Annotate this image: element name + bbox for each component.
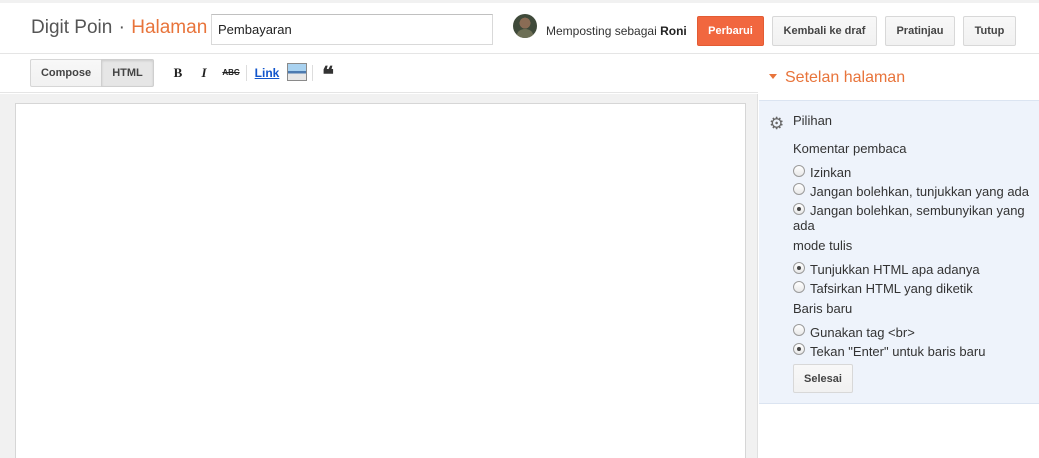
compose-mode-heading: mode tulis (793, 238, 853, 253)
line-breaks-heading: Baris baru (793, 301, 853, 316)
toolbar-divider (246, 65, 247, 81)
blog-name[interactable]: Digit Poin (31, 17, 112, 38)
posting-as-text: Memposting sebagai Roni (546, 24, 687, 38)
html-mode-button[interactable]: HTML (101, 59, 154, 87)
show-html-literally-radio[interactable] (793, 262, 805, 274)
compose-mode-button[interactable]: Compose (30, 59, 102, 87)
comments-allow-radio[interactable] (793, 165, 805, 177)
close-button[interactable]: Tutup (963, 16, 1016, 46)
comments-heading: Komentar pembaca (793, 141, 907, 156)
comments-show-existing-radio[interactable] (793, 183, 805, 195)
top-bar: Digit Poin · Halaman Memposting sebagai … (0, 0, 1039, 54)
use-br-tag-radio[interactable] (793, 324, 805, 336)
page-settings-label: Setelan halaman (785, 69, 906, 86)
bold-button[interactable]: B (170, 62, 186, 84)
html-editor-textarea[interactable] (15, 103, 746, 458)
posting-as-prefix: Memposting sebagai (546, 24, 657, 38)
avatar (513, 14, 537, 38)
comments-show-existing-label[interactable]: Jangan bolehkan, tunjukkan yang ada (810, 184, 1029, 199)
gear-icon: ⚙ (769, 114, 785, 133)
strikethrough-button[interactable]: ABC (221, 62, 241, 84)
comments-hide-existing-label[interactable]: Jangan bolehkan, sembunyikan yang ada (793, 203, 1033, 233)
done-button[interactable]: Selesai (793, 364, 853, 393)
toolbar-divider (312, 65, 313, 81)
press-enter-radio[interactable] (793, 343, 805, 355)
update-button[interactable]: Perbarui (697, 16, 764, 46)
breadcrumb-separator: · (118, 17, 125, 38)
editor-container (0, 94, 758, 458)
quote-icon[interactable]: ❝ (318, 62, 338, 87)
preview-button[interactable]: Pratinjau (885, 16, 955, 46)
caret-down-icon (769, 74, 777, 79)
link-button[interactable]: Link (253, 62, 281, 84)
editor-toolbar: Compose HTML B I ABC Link ❝ (0, 54, 758, 93)
options-label: Pilihan (793, 113, 833, 128)
page-title-input[interactable] (211, 14, 493, 45)
image-icon[interactable] (287, 63, 307, 81)
show-html-literally-label[interactable]: Tunjukkan HTML apa adanya (810, 262, 980, 277)
section-name[interactable]: Halaman (131, 17, 207, 38)
use-br-tag-label[interactable]: Gunakan tag <br> (810, 325, 915, 340)
blog-breadcrumb: Digit Poin · Halaman (31, 17, 207, 39)
back-to-draft-button[interactable]: Kembali ke draf (772, 16, 877, 46)
press-enter-label[interactable]: Tekan "Enter" untuk baris baru (810, 344, 985, 359)
page-settings-title[interactable]: Setelan halaman (769, 69, 905, 87)
comments-allow-label[interactable]: Izinkan (810, 165, 851, 180)
italic-button[interactable]: I (197, 62, 211, 84)
user-name: Roni (660, 24, 687, 38)
interpret-html-label[interactable]: Tafsirkan HTML yang diketik (810, 281, 973, 296)
interpret-html-radio[interactable] (793, 281, 805, 293)
